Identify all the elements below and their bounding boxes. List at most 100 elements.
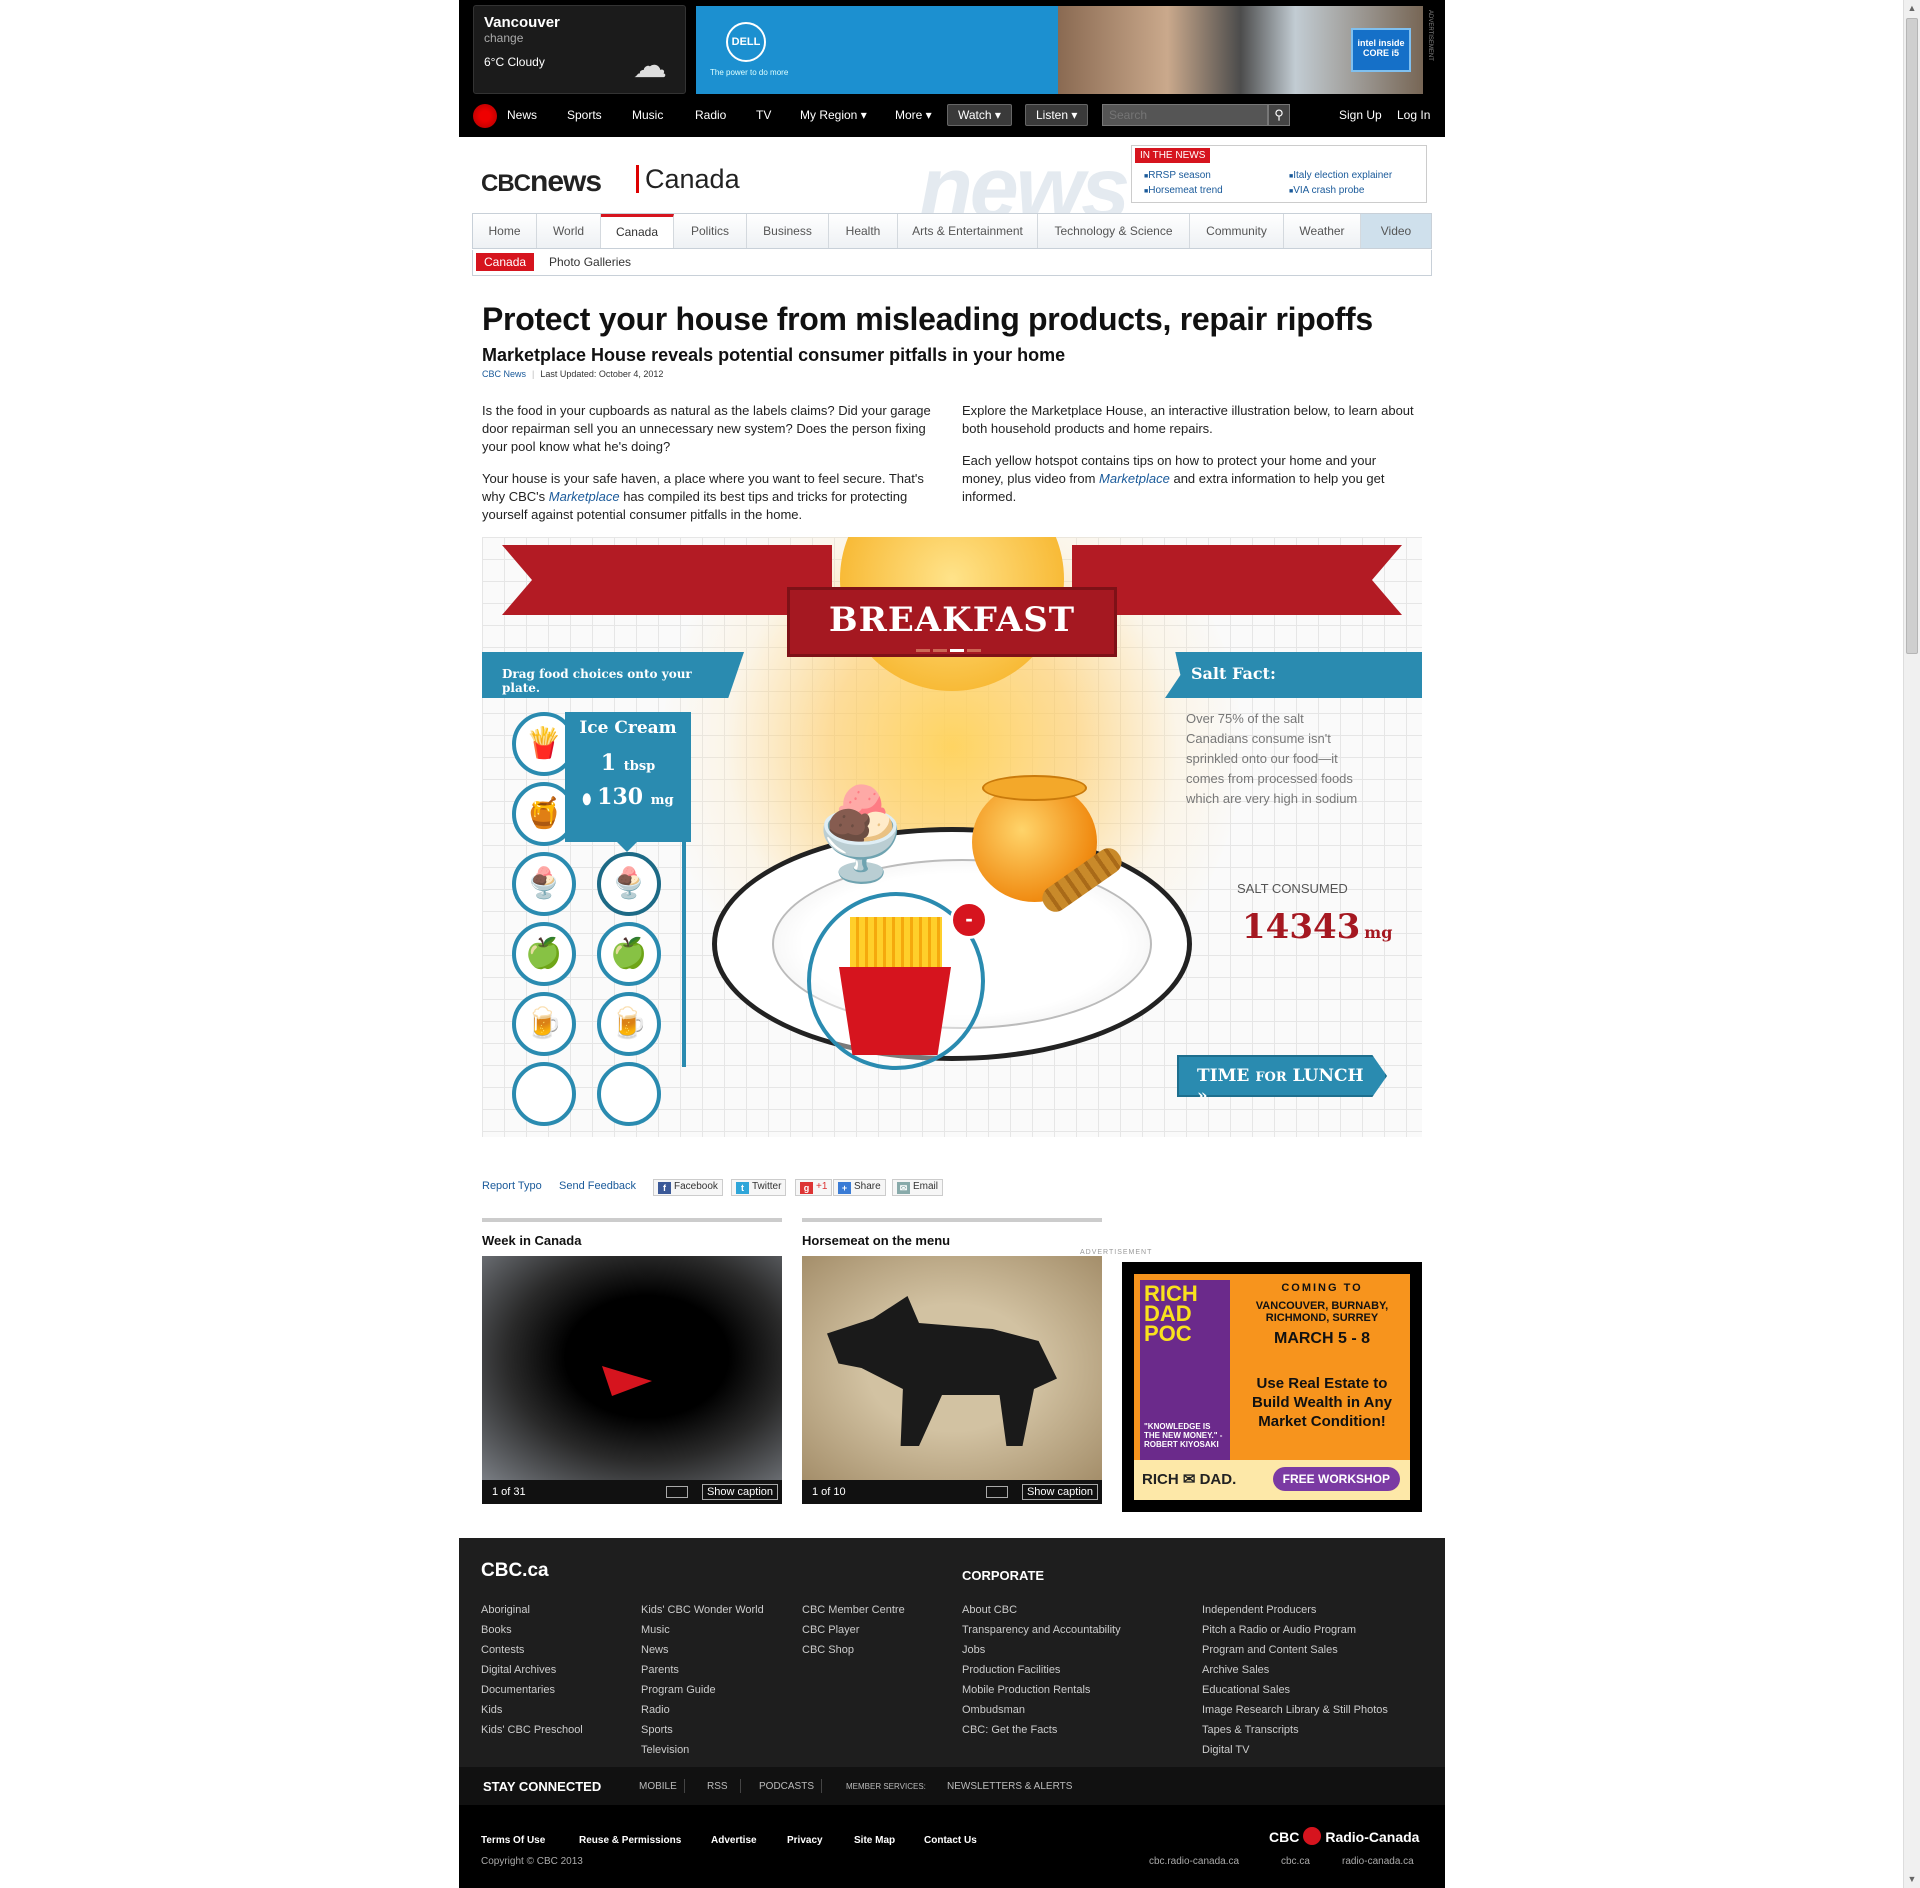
domain-link[interactable]: cbc.ca [1281,1856,1310,1867]
footer-link[interactable]: Music [641,1620,764,1640]
food-apple-button[interactable]: 🍏 [512,922,576,986]
facebook-share-button[interactable]: f Facebook [653,1179,723,1196]
in-the-news-item[interactable]: Italy election explainer [1289,170,1392,181]
send-feedback-link[interactable]: Send Feedback [559,1180,636,1192]
top-advertisement[interactable]: DELL The power to do more intel inside C… [696,6,1423,94]
nav-tv[interactable]: TV [756,108,771,122]
breadcrumb-photo-galleries[interactable]: Photo Galleries [549,255,631,269]
food-apple-button[interactable]: 🍏 [597,922,661,986]
footer-link[interactable]: Program Guide [641,1680,764,1700]
footer-link[interactable]: Archive Sales [1202,1660,1388,1680]
footer-link[interactable]: Books [481,1620,583,1640]
weather-change-link[interactable]: change [484,31,675,45]
footer-link[interactable]: Production Facilities [962,1660,1121,1680]
food-item-button[interactable] [597,1062,661,1126]
breadcrumb-canada[interactable]: Canada [476,253,535,271]
food-item-button[interactable] [512,1062,576,1126]
site-map-link[interactable]: Site Map [854,1835,895,1846]
footer-link[interactable]: Digital Archives [481,1660,583,1680]
in-the-news-item[interactable]: RRSP season [1144,170,1211,181]
listen-button[interactable]: Listen ▾ [1025,104,1089,126]
footer-link[interactable]: CBC Player [802,1620,905,1640]
footer-link[interactable]: CBC Shop [802,1640,905,1660]
footer-link[interactable]: Documentaries [481,1680,583,1700]
footer-link[interactable]: Image Research Library & Still Photos [1202,1700,1388,1720]
domain-link[interactable]: cbc.radio-canada.ca [1149,1856,1239,1867]
rss-link[interactable]: RSS [707,1781,728,1792]
reuse-link[interactable]: Reuse & Permissions [579,1835,681,1846]
footer-link[interactable]: Kids' CBC Preschool [481,1720,583,1740]
nav-radio[interactable]: Radio [695,108,726,122]
fullscreen-icon[interactable] [986,1486,1008,1498]
food-ice-cream-button[interactable]: 🍨 [597,852,661,916]
nav-more[interactable]: More ▾ [895,108,932,122]
tab-video[interactable]: Video [1361,214,1431,248]
tab-community[interactable]: Community [1190,214,1284,248]
report-typo-link[interactable]: Report Typo [482,1180,542,1192]
gallery-title[interactable]: Week in Canada [482,1233,782,1248]
nav-music[interactable]: Music [632,108,663,122]
domain-link[interactable]: radio-canada.ca [1342,1856,1414,1867]
cbc-gem-icon[interactable] [473,104,497,128]
footer-link[interactable]: Television [641,1740,764,1760]
nav-my-region[interactable]: My Region ▾ [800,108,867,122]
contact-link[interactable]: Contact Us [924,1835,977,1846]
fullscreen-icon[interactable] [666,1486,688,1498]
food-beer-button[interactable]: 🍺 [512,992,576,1056]
google-plus-button[interactable]: g +1 [795,1179,833,1196]
footer-link[interactable]: CBC: Get the Facts [962,1720,1121,1740]
footer-link[interactable]: Radio [641,1700,764,1720]
footer-link[interactable]: Kids [481,1700,583,1720]
nav-news[interactable]: News [507,108,537,122]
advertise-link[interactable]: Advertise [711,1835,757,1846]
watch-button[interactable]: Watch ▾ [947,104,1012,126]
byline-source[interactable]: CBC News [482,369,526,379]
privacy-link[interactable]: Privacy [787,1835,823,1846]
show-caption-button[interactable]: Show caption [701,1484,778,1500]
show-caption-button[interactable]: Show caption [1021,1484,1098,1500]
footer-link[interactable]: Educational Sales [1202,1680,1388,1700]
nav-sports[interactable]: Sports [567,108,602,122]
footer-link[interactable]: Transparency and Accountability [962,1620,1121,1640]
terms-link[interactable]: Terms Of Use [481,1835,545,1846]
tab-arts-entertainment[interactable]: Arts & Entertainment [898,214,1038,248]
free-workshop-button[interactable]: FREE WORKSHOP [1272,1467,1400,1491]
gallery-horsemeat[interactable]: Horsemeat on the menu 1 of 10 Show capti… [802,1218,1102,1504]
footer-link[interactable]: Jobs [962,1640,1121,1660]
tab-weather[interactable]: Weather [1284,214,1361,248]
footer-link[interactable]: Program and Content Sales [1202,1640,1388,1660]
gallery-image[interactable] [802,1256,1102,1480]
footer-link[interactable]: Contests [481,1640,583,1660]
cbc-news-logo[interactable]: CBCnews [481,165,602,199]
footer-link[interactable]: Sports [641,1720,764,1740]
footer-link[interactable]: Independent Producers [1202,1600,1388,1620]
newsletters-link[interactable]: NEWSLETTERS & ALERTS [947,1781,1072,1792]
tab-technology-science[interactable]: Technology & Science [1038,214,1190,248]
podcasts-link[interactable]: PODCASTS [759,1781,814,1792]
footer-link[interactable]: Kids' CBC Wonder World [641,1600,764,1620]
search-icon[interactable]: ⚲ [1268,104,1290,126]
scrollbar-thumb[interactable] [1906,18,1918,654]
footer-link[interactable]: Parents [641,1660,764,1680]
footer-link[interactable]: Tapes & Transcripts [1202,1720,1388,1740]
gallery-title[interactable]: Horsemeat on the menu [802,1233,1102,1248]
tab-politics[interactable]: Politics [674,214,747,248]
remove-food-button[interactable]: - [950,901,988,939]
in-the-news-item[interactable]: VIA crash probe [1289,185,1364,196]
sign-up-link[interactable]: Sign Up [1339,108,1382,122]
marketplace-link[interactable]: Marketplace [549,489,620,504]
footer-link[interactable]: News [641,1640,764,1660]
footer-link[interactable]: CBC Member Centre [802,1600,905,1620]
tab-canada[interactable]: Canada [601,214,674,248]
cbc-radio-canada-logo[interactable]: CBC Radio-Canada [1269,1827,1419,1845]
food-list-scroll-track[interactable] [682,817,686,1067]
tab-home[interactable]: Home [473,214,537,248]
email-button[interactable]: ✉ Email [892,1179,944,1196]
tab-health[interactable]: Health [829,214,898,248]
time-for-lunch-button[interactable]: TIME FOR LUNCH » [1177,1055,1387,1097]
food-beer-button[interactable]: 🍺 [597,992,661,1056]
tab-world[interactable]: World [537,214,601,248]
footer-link[interactable]: Mobile Production Rentals [962,1680,1121,1700]
share-button[interactable]: + Share [833,1179,886,1196]
scroll-down-arrow-icon[interactable]: ▼ [1904,1871,1920,1888]
